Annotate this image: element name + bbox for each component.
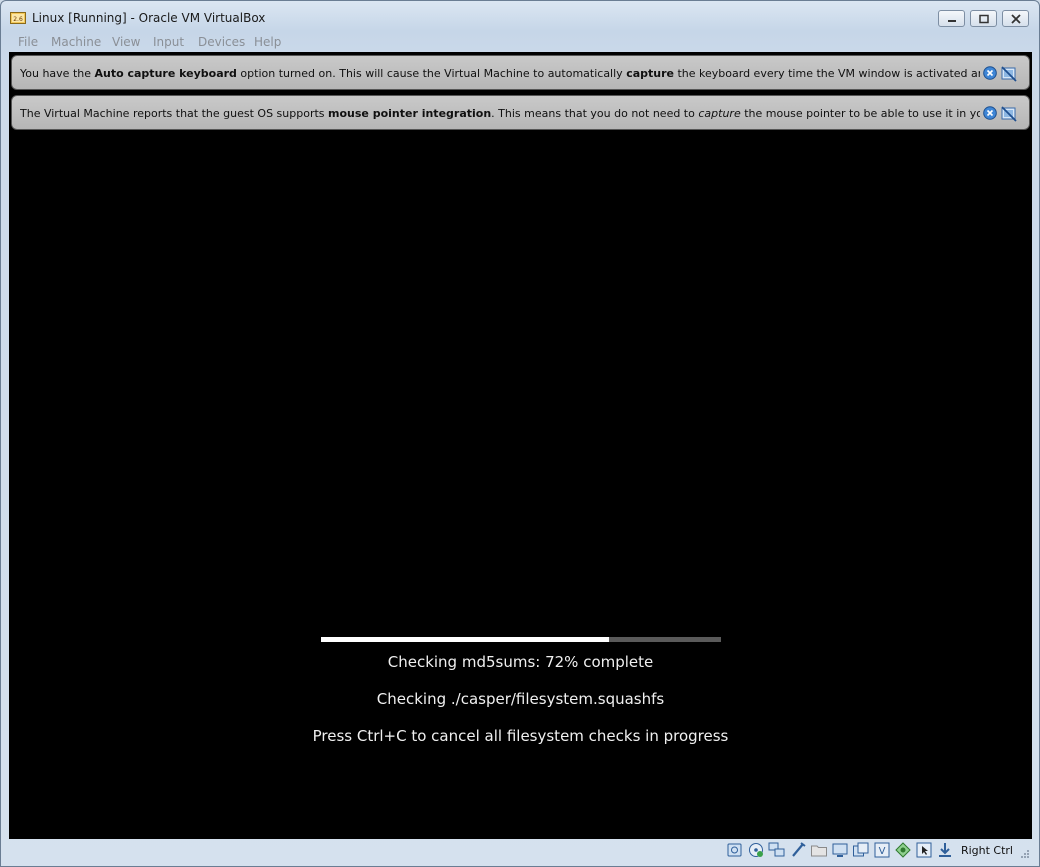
menu-machine[interactable]: Machine <box>51 35 101 49</box>
virtualbox-app-icon: 2.6 <box>10 12 26 24</box>
minimize-icon <box>948 20 956 22</box>
resize-grip-icon[interactable] <box>1020 849 1030 859</box>
display-icon[interactable] <box>831 841 849 859</box>
do-not-show-again-icon[interactable] <box>1001 106 1017 122</box>
current-file-line: Checking ./casper/filesystem.squashfs <box>376 690 665 708</box>
minimize-button[interactable] <box>938 10 965 27</box>
window-title: Linux [Running] - Oracle VM VirtualBox <box>32 11 266 25</box>
usb-icon[interactable] <box>789 841 807 859</box>
svg-text:2.6: 2.6 <box>13 16 23 23</box>
close-button[interactable] <box>1002 10 1029 27</box>
status-indicators: V <box>723 841 954 859</box>
close-notice-icon[interactable] <box>983 66 997 80</box>
video-capture-icon[interactable] <box>852 841 870 859</box>
md5-status-line: Checking md5sums: 72% complete <box>387 653 654 671</box>
keyboard-capture-message: You have the Auto capture keyboard optio… <box>20 67 980 80</box>
md5-progress-fill <box>321 637 609 642</box>
cancel-hint-line: Press Ctrl+C to cancel all filesystem ch… <box>312 727 729 745</box>
vrde-icon[interactable]: V <box>873 841 891 859</box>
keyboard-capture-icon[interactable] <box>936 841 954 859</box>
maximize-button[interactable] <box>970 10 997 27</box>
keyboard-capture-notice: You have the Auto capture keyboard optio… <box>11 55 1030 90</box>
menu-input[interactable]: Input <box>153 35 184 49</box>
caption-buttons <box>933 10 1029 28</box>
virtualbox-window: 2.6 Linux [Running] - Oracle VM VirtualB… <box>0 0 1040 867</box>
menu-file[interactable]: File <box>18 35 38 49</box>
menu-devices[interactable]: Devices <box>198 35 245 49</box>
hard-disk-icon[interactable] <box>726 841 744 859</box>
do-not-show-again-icon[interactable] <box>1001 66 1017 82</box>
mouse-integration-notice: The Virtual Machine reports that the gue… <box>11 95 1030 130</box>
network-icon[interactable] <box>768 841 786 859</box>
status-bar: V Right Ctrl <box>9 839 1032 861</box>
menu-view[interactable]: View <box>112 35 140 49</box>
close-icon <box>1011 14 1021 24</box>
vm-display[interactable]: You have the Auto capture keyboard optio… <box>9 52 1032 839</box>
optical-drive-icon[interactable] <box>747 841 765 859</box>
menu-help[interactable]: Help <box>254 35 281 49</box>
maximize-icon <box>979 14 989 24</box>
host-key-label: Right Ctrl <box>960 844 1013 857</box>
shared-folders-icon[interactable] <box>810 841 828 859</box>
menu-bar: File Machine View Input Devices Help <box>9 32 1031 51</box>
guest-additions-icon[interactable] <box>894 841 912 859</box>
title-bar[interactable]: 2.6 Linux [Running] - Oracle VM VirtualB… <box>1 1 1039 33</box>
md5-progress-bar <box>321 637 721 642</box>
close-notice-icon[interactable] <box>983 106 997 120</box>
mouse-integration-icon[interactable] <box>915 841 933 859</box>
svg-text:V: V <box>879 846 886 857</box>
mouse-integration-message: The Virtual Machine reports that the gue… <box>20 107 980 120</box>
